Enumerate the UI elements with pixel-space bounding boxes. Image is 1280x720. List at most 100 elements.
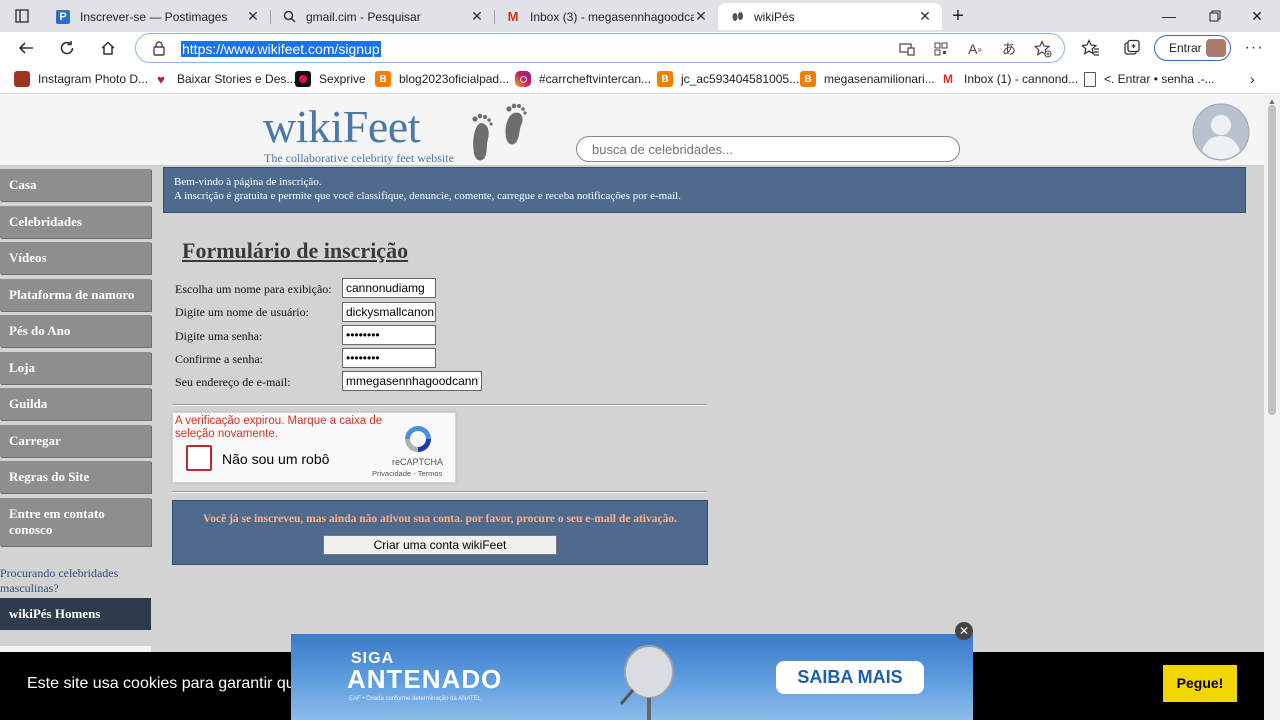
tab-actions-icon[interactable] (0, 0, 44, 32)
page-content: wikiFeet The collaborative celebrity fee… (0, 95, 1264, 720)
site-tagline: The collaborative celebrity feet website (264, 151, 454, 165)
address-bar[interactable]: https://www.wikifeet.com/signup A» あ (135, 33, 1065, 63)
ad-close-icon[interactable]: ✕ (955, 622, 973, 640)
welcome-line-2: A inscrição é gratuita e permite que voc… (174, 190, 681, 202)
new-tab-icon[interactable]: + (942, 0, 974, 32)
blogger-icon: B (375, 71, 391, 87)
welcome-line-1: Bem-vindo à página de inscrição. (174, 176, 322, 188)
user-avatar-icon[interactable] (1192, 103, 1250, 161)
advertisement-banner[interactable]: SIGA ANTENADO EAF • Criada conforme dete… (291, 634, 973, 720)
signin-label: Entrar (1169, 41, 1202, 55)
divider (172, 491, 707, 493)
password-input[interactable]: •••••••• (342, 325, 436, 345)
bookmark-item[interactable]: M Inbox (1) - cannond... (940, 70, 1078, 88)
activation-notice: Você já se inscreveu, mas ainda não ativ… (172, 500, 708, 565)
blogger-icon: B (800, 71, 816, 87)
site-logo[interactable]: wikiFeet (263, 101, 420, 153)
tab-title: Inscrever-se — Postimages (80, 9, 228, 24)
back-icon[interactable] (12, 34, 40, 62)
celebrity-search-input[interactable] (576, 136, 960, 162)
collections-icon[interactable] (1118, 34, 1146, 62)
cookie-accept-button[interactable]: Pegue! (1163, 665, 1237, 702)
tab-bar: P Inscrever-se — Postimages ✕ gmail.cim … (0, 0, 1280, 32)
sidebar-item-dating[interactable]: Plataforma de namoro (0, 279, 151, 311)
close-icon[interactable]: ✕ (246, 8, 260, 25)
add-favorite-icon[interactable] (1034, 40, 1052, 58)
read-aloud-icon[interactable]: A» (966, 40, 984, 58)
browser-toolbar: https://www.wikifeet.com/signup A» あ Ent… (0, 32, 1280, 64)
captcha-error: A verificação expirou. Marque a caixa de… (175, 415, 383, 440)
captcha-label: Não sou um robô (222, 451, 330, 467)
gmail-icon: M (940, 71, 956, 87)
scrollbar-thumb[interactable] (1268, 105, 1276, 415)
sidebar-item-celebridades[interactable]: Celebridades (0, 206, 151, 238)
recaptcha-links[interactable]: Privacidade - Termos (372, 469, 442, 478)
create-account-button[interactable]: Criar uma conta wikiFeet (323, 535, 557, 555)
postimages-favicon: P (56, 9, 70, 24)
bookmark-item[interactable]: ♥ Baixar Stories e Des... (153, 70, 296, 88)
password-label: Digite uma senha: (175, 329, 263, 343)
sidebar-item-casa[interactable]: Casa (0, 169, 151, 201)
bookmarks-bar: Instagram Photo D... ♥ Baixar Stories e … (0, 64, 1280, 94)
tab-postimages[interactable]: P Inscrever-se — Postimages ✕ (44, 3, 270, 30)
recaptcha-widget: A verificação expirou. Marque a caixa de… (172, 412, 456, 483)
email-input[interactable]: mmegasennhagoodcann (342, 371, 482, 391)
tab-gmail-search[interactable]: gmail.cim - Pesquisar ✕ (270, 3, 494, 30)
sidebar-item-guilda[interactable]: Guilda (0, 388, 151, 420)
activation-message: Você já se inscreveu, mas ainda não ativ… (203, 513, 677, 525)
chevron-right-icon[interactable]: › (1250, 70, 1255, 88)
display-name-input[interactable]: cannonudiamg (342, 278, 436, 298)
sidebar-item-feet-of-year[interactable]: Pés do Ano (0, 315, 151, 347)
tab-wikifeet[interactable]: wikiPés ✕ (718, 3, 942, 30)
bookmark-item[interactable]: Instagram Photo D... (14, 70, 148, 88)
refresh-icon[interactable] (53, 34, 81, 62)
bookmark-label: jc_ac593404581005... (681, 72, 800, 86)
qr-code-icon[interactable] (932, 40, 950, 58)
sidebar-item-wikipes-men[interactable]: wikiPés Homens (0, 598, 151, 630)
satellite-dish-icon (619, 645, 674, 720)
confirm-password-input[interactable]: •••••••• (342, 348, 436, 368)
bookmark-item[interactable]: Sexprive (295, 70, 366, 88)
lock-icon[interactable] (151, 40, 167, 56)
favorites-icon[interactable] (1077, 34, 1105, 62)
site-icon (295, 71, 311, 87)
bookmark-label: <. Entrar • senha .-... (1104, 72, 1215, 86)
sidebar-item-rules[interactable]: Regras do Site (0, 461, 151, 493)
bookmark-item[interactable]: <. Entrar • senha .-... (1084, 70, 1215, 88)
close-icon[interactable]: ✕ (470, 8, 484, 25)
username-input[interactable]: dickysmallcanon (342, 302, 436, 322)
tab-inbox[interactable]: M Inbox (3) - megasennhagoodcan ✕ (494, 3, 718, 30)
men-celebs-note: Procurando celebridades masculinas? (0, 566, 119, 595)
bookmark-icon (14, 71, 30, 87)
sidebar-item-loja[interactable]: Loja (0, 352, 151, 384)
home-icon[interactable] (94, 34, 122, 62)
close-window-icon[interactable]: ✕ (1234, 0, 1280, 32)
translate-icon[interactable]: あ (1000, 40, 1018, 58)
blogger-icon: B (657, 71, 673, 87)
display-name-label: Escolha um nome para exibição: (175, 282, 332, 296)
bookmark-item[interactable]: B jc_ac593404581005... (657, 70, 799, 88)
bookmark-item[interactable]: #carrcheftvintercan... (515, 70, 651, 88)
sidebar-item-contact[interactable]: Entre em contato conosco (0, 498, 151, 546)
restore-icon[interactable] (1192, 0, 1238, 32)
minimize-icon[interactable]: — (1146, 0, 1192, 32)
ad-cta-button[interactable]: SAIBA MAIS (776, 661, 924, 694)
more-options-icon[interactable]: ··· (1240, 34, 1268, 62)
signin-button[interactable]: Entrar (1154, 35, 1231, 61)
bookmark-item[interactable]: B megasenamilionari... (800, 70, 935, 88)
username-label: Digite um nome de usuário: (175, 305, 309, 319)
recaptcha-brand: reCAPTCHA (392, 457, 444, 467)
form-title: Formulário de inscrição (182, 238, 409, 263)
url-text[interactable]: https://www.wikifeet.com/signup (181, 41, 381, 57)
page-scrollbar[interactable]: ▲ (1264, 95, 1280, 720)
captcha-checkbox[interactable] (186, 445, 212, 471)
close-icon[interactable]: ✕ (918, 8, 932, 25)
search-favicon (282, 10, 296, 24)
sidebar-item-upload[interactable]: Carregar (0, 425, 151, 457)
bookmark-item[interactable]: B blog2023oficialpad... (375, 70, 509, 88)
close-icon[interactable]: ✕ (694, 8, 708, 25)
app-available-icon[interactable] (898, 40, 916, 58)
sidebar-item-videos[interactable]: Vídeos (0, 242, 151, 274)
bookmark-label: megasenamilionari... (824, 72, 935, 86)
ad-subtext: EAF • Criada conforme determinação da AN… (349, 696, 482, 702)
